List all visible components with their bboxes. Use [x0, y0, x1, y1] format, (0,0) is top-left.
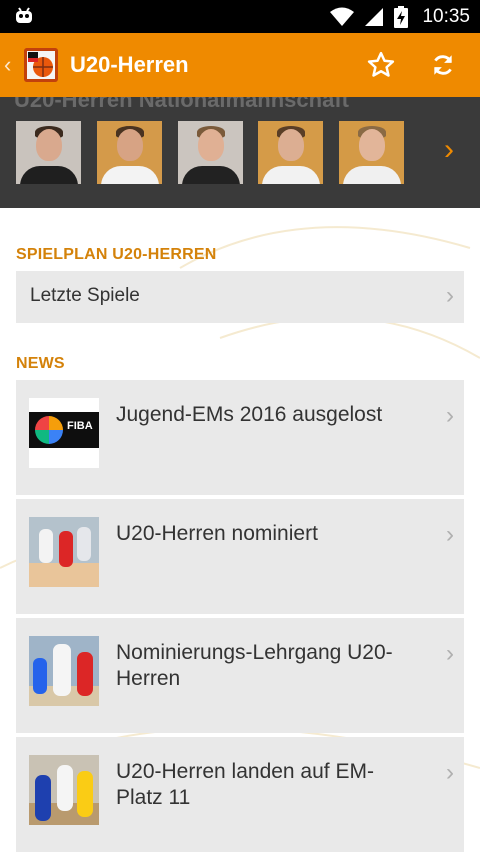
- chevron-right-icon: ›: [446, 282, 454, 309]
- battery-charging-icon: [394, 5, 409, 28]
- news-title: Jugend-EMs 2016 ausgelost: [116, 403, 383, 426]
- signal-icon: [365, 7, 384, 26]
- fiba-logo-text: FIBA: [67, 420, 93, 432]
- back-chevron-icon[interactable]: ‹: [4, 52, 18, 78]
- android-debug-icon: [16, 7, 32, 23]
- news-item[interactable]: U20-Herren nominiert ›: [16, 499, 464, 614]
- news-title: U20-Herren landen auf EM-Platz 11: [116, 760, 374, 809]
- chevron-right-icon: ›: [446, 640, 454, 667]
- news-item[interactable]: U20-Herren landen auf EM-Platz 11 ›: [16, 737, 464, 852]
- basketball-logo-icon: [24, 48, 58, 82]
- news-thumbnail: [29, 636, 99, 706]
- content-area: SPIELPLAN U20-HERREN Letzte Spiele › NEW…: [0, 208, 480, 853]
- player-photo[interactable]: [16, 121, 81, 184]
- section-title-news: NEWS: [16, 355, 65, 372]
- news-thumbnail: [29, 517, 99, 587]
- chevron-right-icon: ›: [446, 402, 454, 429]
- news-title: Nominierungs-Lehrgang U20-Herren: [116, 641, 393, 690]
- news-title: U20-Herren nominiert: [116, 522, 318, 545]
- player-photo[interactable]: [258, 121, 323, 184]
- player-photo[interactable]: [97, 121, 162, 184]
- star-outline-icon: [367, 51, 395, 77]
- chevron-right-icon: ›: [446, 521, 454, 548]
- news-item[interactable]: Nominierungs-Lehrgang U20-Herren ›: [16, 618, 464, 733]
- page-title: U20-Herren: [70, 52, 189, 77]
- player-photo[interactable]: [339, 121, 404, 184]
- team-header-title: U20-Herren Nationalmannschaft: [14, 97, 349, 112]
- player-photo[interactable]: [178, 121, 243, 184]
- news-thumbnail: [29, 755, 99, 825]
- news-thumbnail: FIBA: [29, 398, 99, 468]
- clock: 10:35: [422, 5, 470, 27]
- status-bar: 10:35: [0, 0, 480, 33]
- wifi-icon: [330, 7, 355, 26]
- section-title-schedule: SPIELPLAN U20-HERREN: [16, 246, 217, 263]
- chevron-right-icon: ›: [446, 759, 454, 786]
- app-bar: ‹ U20-Herren: [0, 33, 480, 97]
- app-logo[interactable]: [24, 48, 58, 82]
- schedule-list-item[interactable]: Letzte Spiele ›: [16, 271, 464, 323]
- refresh-icon: [434, 55, 452, 75]
- carousel-next-icon[interactable]: ›: [444, 133, 454, 167]
- refresh-button[interactable]: [418, 40, 468, 90]
- player-carousel[interactable]: U20-Herren Nationalmannschaft ›: [0, 97, 480, 208]
- favorite-button[interactable]: [356, 40, 406, 90]
- list-item-label: Letzte Spiele: [30, 285, 140, 306]
- news-item[interactable]: FIBA Jugend-EMs 2016 ausgelost ›: [16, 380, 464, 495]
